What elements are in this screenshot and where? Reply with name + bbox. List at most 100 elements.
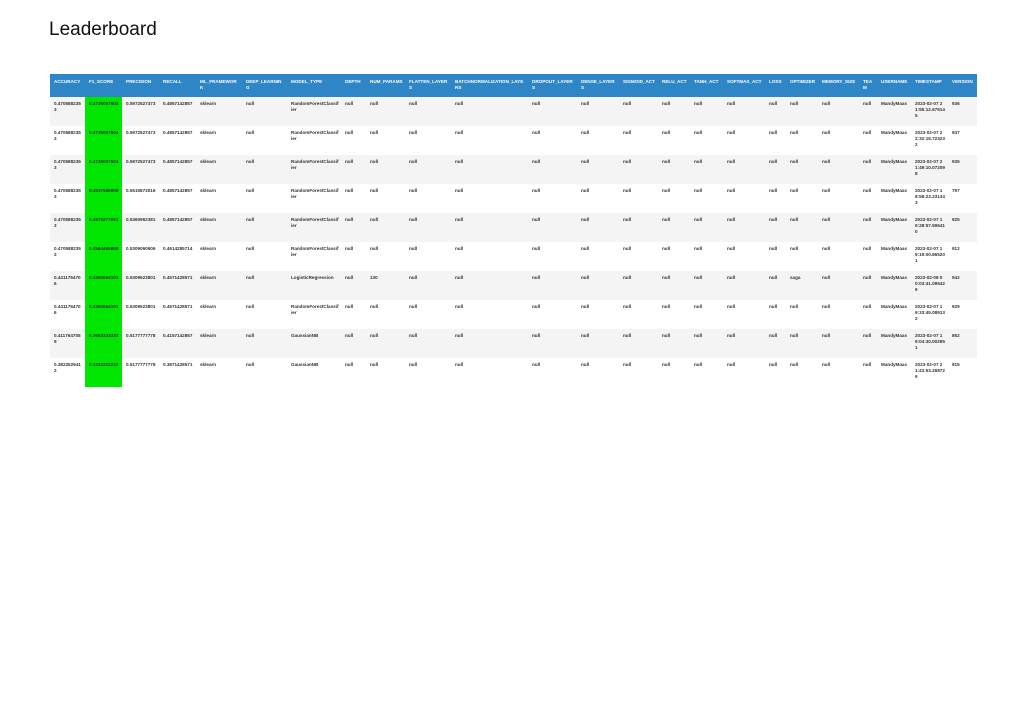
cell-timestamp: 2023-02-07 22:32:15.723232	[911, 126, 948, 155]
cell-recall: 0.4571428571	[159, 271, 196, 300]
cell-sigmoid-act: null	[619, 300, 658, 329]
cell-team: null	[859, 358, 877, 387]
cell-version: 942	[948, 271, 977, 300]
cell-version: 925	[948, 213, 977, 242]
cell-tanh-act: null	[690, 271, 723, 300]
cell-flatten-layers: null	[405, 126, 451, 155]
cell-softmax-act: null	[723, 155, 765, 184]
cell-version: 915	[948, 358, 977, 387]
column-header-sigmoid-act[interactable]: SIGMOID_ACT	[619, 74, 658, 97]
cell-depth: null	[341, 329, 366, 358]
cell-f1-score: 0.4670277091	[85, 213, 122, 242]
cell-precision: 0.5177777778	[122, 358, 159, 387]
column-header-username[interactable]: USERNAME	[877, 74, 911, 97]
cell-memory-size: null	[818, 97, 859, 126]
cell-depth: null	[341, 184, 366, 213]
cell-precision: 0.5309523801	[122, 300, 159, 329]
cell-loss: null	[765, 358, 786, 387]
column-header-f1-score[interactable]: F1_SCORE	[85, 74, 122, 97]
column-header-dense-layers[interactable]: DENSE_LAYERS	[577, 74, 619, 97]
cell-flatten-layers: null	[405, 358, 451, 387]
cell-sigmoid-act: null	[619, 213, 658, 242]
table-row: 0.4411764706 0.4350664101 0.5309523801 0.45…	[50, 300, 977, 329]
cell-version: 797	[948, 184, 977, 213]
cell-team: null	[859, 126, 877, 155]
cell-tanh-act: null	[690, 358, 723, 387]
cell-dropout-layers: null	[528, 358, 577, 387]
cell-team: null	[859, 271, 877, 300]
column-header-memory-size[interactable]: MEMORY_SIZE	[818, 74, 859, 97]
cell-batchnormalization-layers: null	[451, 300, 528, 329]
cell-batchnormalization-layers: null	[451, 271, 528, 300]
cell-sigmoid-act: null	[619, 242, 658, 271]
cell-precision: 0.5309060606	[122, 242, 159, 271]
cell-model-type: RandomForestClassifier	[287, 184, 341, 213]
column-header-loss[interactable]: LOSS	[765, 74, 786, 97]
cell-softmax-act: null	[723, 213, 765, 242]
cell-username: MandyMaas	[877, 271, 911, 300]
cell-username: MandyMaas	[877, 358, 911, 387]
cell-precision: 0.5360962381	[122, 213, 159, 242]
column-header-ml-framework[interactable]: ML_FRAMEWORK	[196, 74, 242, 97]
cell-batchnormalization-layers: null	[451, 213, 528, 242]
cell-num-params: null	[366, 242, 405, 271]
column-header-deep-learning[interactable]: DEEP_LEARNING	[242, 74, 287, 97]
cell-relu-act: null	[658, 184, 690, 213]
cell-softmax-act: null	[723, 126, 765, 155]
cell-num-params: null	[366, 184, 405, 213]
cell-loss: null	[765, 271, 786, 300]
cell-dropout-layers: null	[528, 155, 577, 184]
cell-model-type: LogisticRegression	[287, 271, 341, 300]
cell-model-type: RandomForestClassifier	[287, 213, 341, 242]
cell-tanh-act: null	[690, 184, 723, 213]
cell-username: MandyMaas	[877, 213, 911, 242]
cell-relu-act: null	[658, 300, 690, 329]
cell-relu-act: null	[658, 155, 690, 184]
cell-batchnormalization-layers: null	[451, 155, 528, 184]
column-header-num-params[interactable]: NUM_PARAMS	[366, 74, 405, 97]
column-header-flatten-layers[interactable]: FLATTEN_LAYERS	[405, 74, 451, 97]
cell-dropout-layers: null	[528, 329, 577, 358]
column-header-relu-act[interactable]: RELU_ACT	[658, 74, 690, 97]
cell-memory-size: null	[818, 358, 859, 387]
cell-flatten-layers: null	[405, 97, 451, 126]
column-header-precision[interactable]: PRECISION	[122, 74, 159, 97]
column-header-timestamp[interactable]: TIMESTAMP	[911, 74, 948, 97]
cell-optimizer: null	[786, 184, 818, 213]
cell-model-type: RandomForestClassifier	[287, 126, 341, 155]
column-header-model-type[interactable]: MODEL_TYPE	[287, 74, 341, 97]
column-header-accuracy[interactable]: ACCURACY	[50, 74, 85, 97]
cell-depth: null	[341, 97, 366, 126]
cell-dense-layers: null	[577, 126, 619, 155]
cell-softmax-act: null	[723, 97, 765, 126]
cell-recall: 0.4857142857	[159, 155, 196, 184]
column-header-softmax-act[interactable]: SOFTMAX_ACT	[723, 74, 765, 97]
cell-ml-framework: sklearn	[196, 329, 242, 358]
column-header-version[interactable]: VERSION	[948, 74, 977, 97]
cell-timestamp: 2023-02-07 19:28:57.596410	[911, 213, 948, 242]
cell-f1-score: 0.4735007504	[85, 97, 122, 126]
cell-optimizer: null	[786, 97, 818, 126]
column-header-batchnormalization-layers[interactable]: BATCHNORMALIZATION_LAYERS	[451, 74, 528, 97]
cell-relu-act: null	[658, 271, 690, 300]
column-header-team[interactable]: TEAM	[859, 74, 877, 97]
cell-sigmoid-act: null	[619, 126, 658, 155]
cell-f1-score: 0.4564465965	[85, 242, 122, 271]
cell-tanh-act: null	[690, 329, 723, 358]
column-header-depth[interactable]: DEPTH	[341, 74, 366, 97]
cell-version: 937	[948, 126, 977, 155]
cell-team: null	[859, 242, 877, 271]
cell-timestamp: 2023-02-07 21:43:53.268729	[911, 358, 948, 387]
cell-loss: null	[765, 329, 786, 358]
cell-accuracy: 0.4705882353	[50, 213, 85, 242]
cell-sigmoid-act: null	[619, 155, 658, 184]
cell-num-params: null	[366, 155, 405, 184]
cell-softmax-act: null	[723, 271, 765, 300]
column-header-tanh-act[interactable]: TANH_ACT	[690, 74, 723, 97]
cell-softmax-act: null	[723, 242, 765, 271]
column-header-optimizer[interactable]: OPTIMIZER	[786, 74, 818, 97]
column-header-dropout-layers[interactable]: DROPOUT_LAYERS	[528, 74, 577, 97]
column-header-recall[interactable]: RECALL	[159, 74, 196, 97]
cell-ml-framework: sklearn	[196, 213, 242, 242]
cell-memory-size: null	[818, 155, 859, 184]
